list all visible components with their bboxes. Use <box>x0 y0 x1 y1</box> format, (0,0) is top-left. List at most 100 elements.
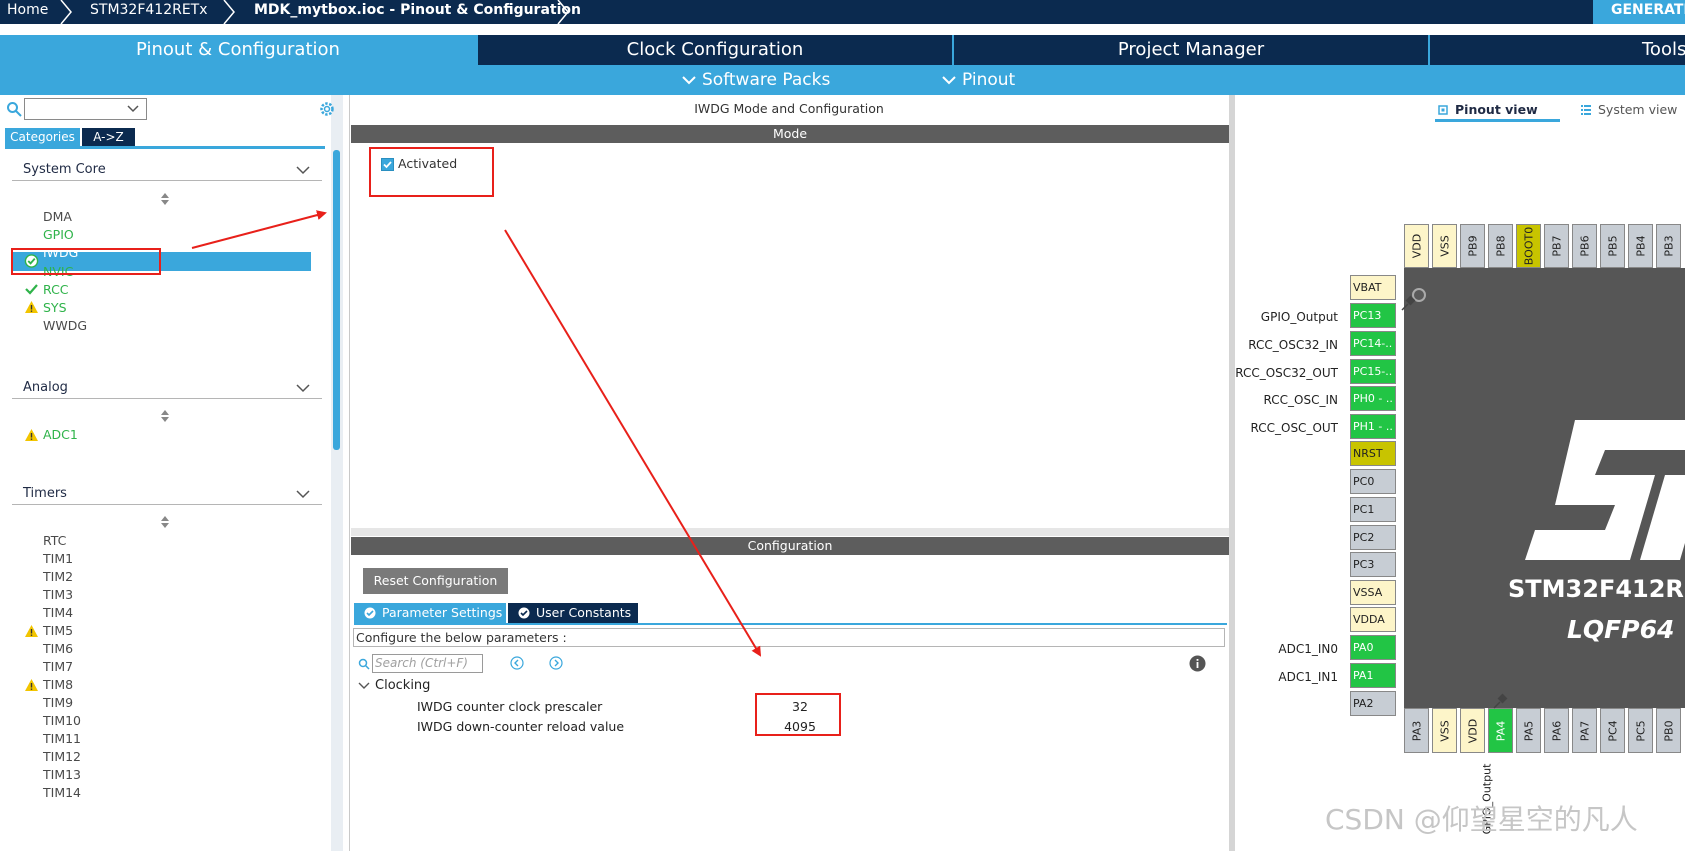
sort-icon[interactable] <box>160 193 170 205</box>
pin-vssa[interactable]: VSSA <box>1350 580 1396 605</box>
signal-label: RCC_OSC32_OUT <box>1235 366 1338 380</box>
sidebar-item-dma[interactable]: DMA <box>43 209 72 224</box>
pin-pc5[interactable]: PC5 <box>1628 708 1653 753</box>
pin-pb6[interactable]: PB6 <box>1572 224 1597 268</box>
sidebar-item-tim14[interactable]: TIM14 <box>43 785 81 800</box>
reset-configuration-button[interactable]: Reset Configuration <box>363 568 508 594</box>
pin-pc1[interactable]: PC1 <box>1350 497 1396 522</box>
pin-pb7[interactable]: PB7 <box>1544 224 1569 268</box>
sidebar-item-tim4[interactable]: TIM4 <box>43 605 73 620</box>
tab-pinout-configuration[interactable]: Pinout & Configuration <box>0 35 476 65</box>
sidebar-item-tim5[interactable]: TIM5 <box>43 623 73 638</box>
sub-menu-bar <box>0 65 1685 95</box>
chevron-down-icon[interactable] <box>296 383 310 393</box>
check-icon <box>25 284 38 295</box>
splitter[interactable] <box>351 528 1229 536</box>
breadcrumb-bar: Home STM32F412RETx MDK_mytbox.ioc - Pino… <box>0 0 1685 24</box>
chevron-down-icon[interactable] <box>358 681 370 691</box>
sidebar-item-tim7[interactable]: TIM7 <box>43 659 73 674</box>
param-name: IWDG counter clock prescaler <box>417 699 603 714</box>
pin-pc3[interactable]: PC3 <box>1350 552 1396 577</box>
pin-pc14[interactable]: PC14-.. <box>1350 331 1396 356</box>
tab-user-constants[interactable]: User Constants <box>508 603 638 623</box>
tab-tools[interactable]: Tools <box>1430 35 1685 65</box>
breadcrumb-device[interactable]: STM32F412RETx <box>90 0 208 24</box>
pin-pc15[interactable]: PC15-.. <box>1350 359 1396 384</box>
sidebar-item-tim13[interactable]: TIM13 <box>43 767 81 782</box>
sidebar-item-tim6[interactable]: TIM6 <box>43 641 73 656</box>
pin-pb0[interactable]: PB0 <box>1656 708 1681 753</box>
pin-nrst[interactable]: NRST <box>1350 441 1396 466</box>
sidebar-item-rcc[interactable]: RCC <box>43 282 69 297</box>
sidebar-item-sys[interactable]: SYS <box>43 300 67 315</box>
group-clocking[interactable]: Clocking <box>375 678 430 693</box>
sidebar-item-tim1[interactable]: TIM1 <box>43 551 73 566</box>
pinout-menu[interactable]: Pinout <box>942 65 1015 95</box>
pin-vss[interactable]: VSS <box>1432 224 1457 268</box>
sidebar-item-tim11[interactable]: TIM11 <box>43 731 81 746</box>
pin-pa1[interactable]: PA1 <box>1350 663 1396 688</box>
breadcrumb-home[interactable]: Home <box>7 0 48 24</box>
tab-categories[interactable]: Categories <box>5 128 80 146</box>
sidebar-item-tim2[interactable]: TIM2 <box>43 569 73 584</box>
section-system-core[interactable]: System Core <box>23 162 106 177</box>
pin-pc0[interactable]: PC0 <box>1350 469 1396 494</box>
scrollbar-thumb[interactable] <box>333 150 340 450</box>
pin-pa5[interactable]: PA5 <box>1516 708 1541 753</box>
breadcrumb-file[interactable]: MDK_mytbox.ioc - Pinout & Configuration <box>254 0 581 24</box>
parameter-search-input[interactable]: Search (Ctrl+F) <box>372 654 483 673</box>
pin-pa6[interactable]: PA6 <box>1544 708 1569 753</box>
pin-pb4[interactable]: PB4 <box>1628 224 1653 268</box>
search-icon[interactable] <box>6 101 22 117</box>
sidebar-item-gpio[interactable]: GPIO <box>43 227 74 242</box>
tab-a-to-z[interactable]: A->Z <box>82 128 135 146</box>
pin-pc2[interactable]: PC2 <box>1350 525 1396 550</box>
pin-vdda[interactable]: VDDA <box>1350 607 1396 632</box>
pin-pa3[interactable]: PA3 <box>1404 708 1429 753</box>
section-timers[interactable]: Timers <box>23 486 67 501</box>
tab-pinout-view[interactable]: Pinout view <box>1435 99 1560 121</box>
pin-vss[interactable]: VSS <box>1432 708 1457 753</box>
pin-vbat[interactable]: VBAT <box>1350 275 1396 300</box>
sidebar-item-tim10[interactable]: TIM10 <box>43 713 81 728</box>
next-result-icon[interactable] <box>549 656 563 670</box>
sidebar-item-tim9[interactable]: TIM9 <box>43 695 73 710</box>
chevron-down-icon[interactable] <box>296 165 310 175</box>
tab-clock-configuration[interactable]: Clock Configuration <box>478 35 952 65</box>
tab-project-manager[interactable]: Project Manager <box>954 35 1428 65</box>
tab-parameter-settings[interactable]: Parameter Settings <box>354 603 506 623</box>
pin-boot0[interactable]: BOOT0 <box>1516 224 1541 268</box>
tab-label: Pinout view <box>1455 102 1538 117</box>
sidebar-item-tim8[interactable]: TIM8 <box>43 677 73 692</box>
pin-pc4[interactable]: PC4 <box>1600 708 1625 753</box>
pin-vdd[interactable]: VDD <box>1460 708 1485 753</box>
generate-code-button[interactable]: GENERATE <box>1593 0 1685 24</box>
pin-pc13[interactable]: PC13 <box>1350 303 1396 328</box>
sidebar-item-tim12[interactable]: TIM12 <box>43 749 81 764</box>
sidebar-item-wwdg[interactable]: WWDG <box>43 318 87 333</box>
chevron-down-icon[interactable] <box>126 103 140 115</box>
chevron-down-icon[interactable] <box>296 489 310 499</box>
pin-vdd[interactable]: VDD <box>1404 224 1429 268</box>
tab-system-view[interactable]: System view <box>1578 99 1685 121</box>
chip-icon <box>1438 105 1448 115</box>
pin-ph1[interactable]: PH1 - .. <box>1350 414 1396 439</box>
pin-pa2[interactable]: PA2 <box>1350 691 1396 716</box>
sidebar-item-adc1[interactable]: ADC1 <box>43 427 78 442</box>
sort-icon[interactable] <box>160 410 170 422</box>
pin-pb8[interactable]: PB8 <box>1488 224 1513 268</box>
pin-pa4[interactable]: PA4 <box>1488 708 1513 753</box>
section-analog[interactable]: Analog <box>23 380 68 395</box>
software-packs-menu[interactable]: Software Packs <box>682 65 830 95</box>
previous-result-icon[interactable] <box>510 656 524 670</box>
pin-ph0[interactable]: PH0 - .. <box>1350 386 1396 411</box>
gear-icon[interactable] <box>318 100 336 118</box>
pin-pb9[interactable]: PB9 <box>1460 224 1485 268</box>
sidebar-item-tim3[interactable]: TIM3 <box>43 587 73 602</box>
pin-pa7[interactable]: PA7 <box>1572 708 1597 753</box>
pin-pb5[interactable]: PB5 <box>1600 224 1625 268</box>
sort-icon[interactable] <box>160 516 170 528</box>
pin-pb3[interactable]: PB3 <box>1656 224 1681 268</box>
sidebar-item-rtc[interactable]: RTC <box>43 533 66 548</box>
pin-pa0[interactable]: PA0 <box>1350 635 1396 660</box>
